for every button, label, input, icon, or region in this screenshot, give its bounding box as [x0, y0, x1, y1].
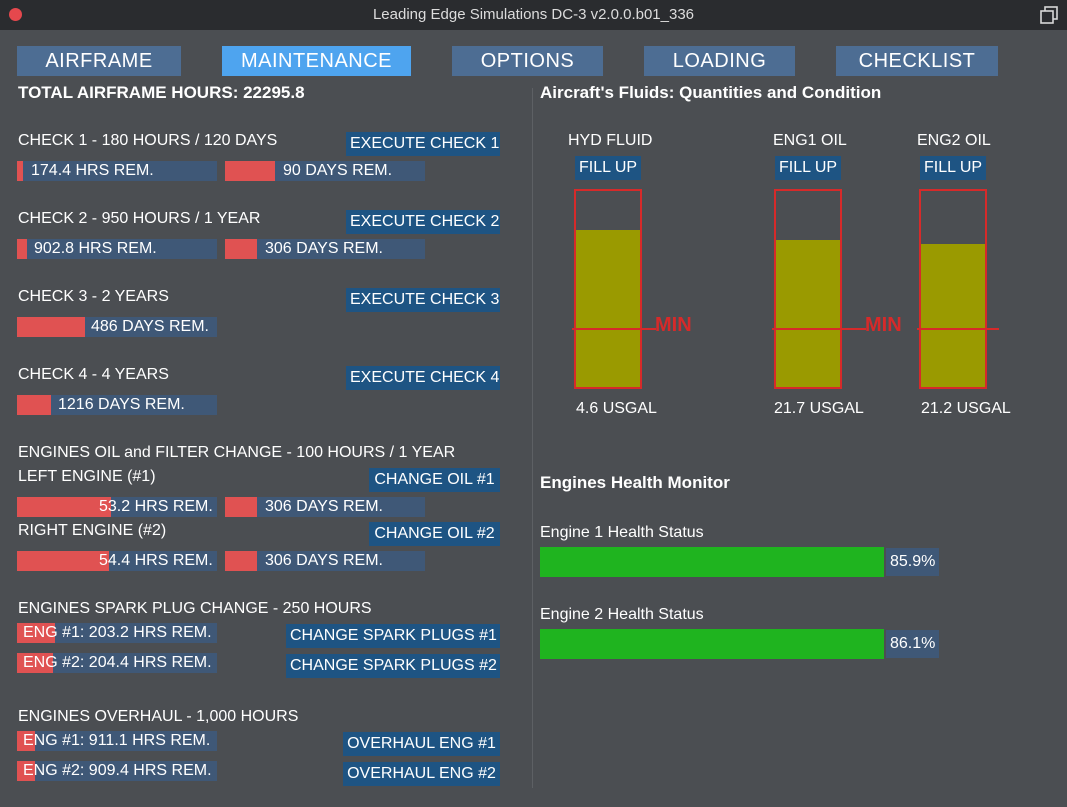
oil1-days-bar: 306 DAYS REM.: [225, 497, 425, 517]
fill-up-eng2-oil-button[interactable]: FILL UP: [920, 156, 986, 180]
spark2-text: ENG #2: 204.4 HRS REM.: [23, 654, 212, 671]
oil1-hours-bar: 53.2 HRS REM.: [17, 497, 217, 517]
oil-change-title: ENGINES OIL and FILTER CHANGE - 100 HOUR…: [18, 444, 456, 461]
fill-up-hyd-button[interactable]: FILL UP: [575, 156, 641, 180]
engine2-health-fill: [540, 629, 885, 659]
check4-days-fill: [17, 395, 51, 415]
right-engine-label: RIGHT ENGINE (#2): [18, 522, 167, 539]
oil1-hours-text: 53.2 HRS REM.: [99, 498, 213, 515]
oil1-hours-fill: [17, 497, 111, 517]
oil1-days-fill: [225, 497, 257, 517]
fluids-title: Aircraft's Fluids: Quantities and Condit…: [540, 83, 882, 102]
check3-days-text: 486 DAYS REM.: [91, 318, 209, 335]
tab-loading[interactable]: LOADING: [644, 46, 795, 76]
change-oil-2-button[interactable]: CHANGE OIL #2: [369, 522, 500, 546]
oil2-hours-text: 54.4 HRS REM.: [99, 552, 213, 569]
change-spark-plugs-2-button[interactable]: CHANGE SPARK PLUGS #2: [286, 654, 500, 678]
tab-checklist[interactable]: CHECKLIST: [836, 46, 998, 76]
fill-up-eng1-oil-button[interactable]: FILL UP: [775, 156, 841, 180]
check2-hours-text: 902.8 HRS REM.: [34, 240, 157, 257]
eng1-min-label: MIN: [865, 314, 902, 336]
hyd-fluid-level: [576, 230, 640, 387]
check1-days-fill: [225, 161, 275, 181]
engine1-health-value: 85.9%: [886, 548, 940, 576]
check1-hours-fill: [17, 161, 23, 181]
engine1-health-fill: [540, 547, 884, 577]
overhaul1-bar: ENG #1: 911.1 HRS REM.: [17, 731, 217, 751]
change-oil-1-button[interactable]: CHANGE OIL #1: [369, 468, 500, 492]
check1-hours-bar: 174.4 HRS REM.: [17, 161, 217, 181]
hyd-fluid-quantity: 4.6 USGAL: [576, 400, 657, 417]
eng1-oil-quantity: 21.7 USGAL: [774, 400, 864, 417]
oil1-days-text: 306 DAYS REM.: [265, 498, 383, 515]
engine2-health-value: 86.1%: [886, 630, 940, 658]
check3-days-bar: 486 DAYS REM.: [17, 317, 217, 337]
column-divider: [532, 88, 533, 788]
check3-days-fill: [17, 317, 85, 337]
engine1-health-label: Engine 1 Health Status: [540, 524, 704, 541]
eng1-oil-label: ENG1 OIL: [773, 132, 847, 149]
window-title: Leading Edge Simulations DC-3 v2.0.0.b01…: [372, 6, 695, 23]
engine1-health-bar: [540, 547, 940, 577]
overhaul2-bar: ENG #2: 909.4 HRS REM.: [17, 761, 217, 781]
spark1-bar: ENG #1: 203.2 HRS REM.: [17, 623, 217, 643]
engine2-health-label: Engine 2 Health Status: [540, 606, 704, 623]
spark-plug-title: ENGINES SPARK PLUG CHANGE - 250 HOURS: [18, 600, 372, 617]
hyd-min-label: MIN: [655, 314, 692, 336]
eng2-oil-label: ENG2 OIL: [917, 132, 991, 149]
check2-hours-fill: [17, 239, 27, 259]
eng2-oil-tank: [919, 189, 987, 389]
oil2-days-text: 306 DAYS REM.: [265, 552, 383, 569]
check1-title: CHECK 1 - 180 HOURS / 120 DAYS: [18, 132, 278, 149]
eng2-oil-quantity: 21.2 USGAL: [921, 400, 1011, 417]
overhaul-eng-1-button[interactable]: OVERHAUL ENG #1: [343, 732, 500, 756]
eng2-min-line: [917, 328, 999, 330]
left-engine-label: LEFT ENGINE (#1): [18, 468, 156, 485]
eng1-min-line: [772, 328, 866, 330]
check2-days-fill: [225, 239, 257, 259]
overhaul2-text: ENG #2: 909.4 HRS REM.: [23, 762, 212, 779]
total-airframe-hours: TOTAL AIRFRAME HOURS: 22295.8: [18, 83, 305, 102]
tab-options[interactable]: OPTIONS: [452, 46, 603, 76]
oil2-hours-bar: 54.4 HRS REM.: [17, 551, 217, 571]
tab-maintenance[interactable]: MAINTENANCE: [222, 46, 411, 76]
health-monitor-title: Engines Health Monitor: [540, 473, 730, 492]
execute-check-1-button[interactable]: EXECUTE CHECK 1: [346, 132, 500, 156]
popout-window-icon[interactable]: [1039, 5, 1059, 25]
check2-title: CHECK 2 - 950 HOURS / 1 YEAR: [18, 210, 261, 227]
hyd-fluid-tank: [574, 189, 642, 389]
change-spark-plugs-1-button[interactable]: CHANGE SPARK PLUGS #1: [286, 624, 500, 648]
overhaul-title: ENGINES OVERHAUL - 1,000 HOURS: [18, 708, 299, 725]
oil2-days-bar: 306 DAYS REM.: [225, 551, 425, 571]
check3-title: CHECK 3 - 2 YEARS: [18, 288, 169, 305]
overhaul1-text: ENG #1: 911.1 HRS REM.: [23, 732, 211, 749]
check2-hours-bar: 902.8 HRS REM.: [17, 239, 217, 259]
check4-title: CHECK 4 - 4 YEARS: [18, 366, 169, 383]
check4-days-text: 1216 DAYS REM.: [58, 396, 185, 413]
execute-check-2-button[interactable]: EXECUTE CHECK 2: [346, 210, 500, 234]
check4-days-bar: 1216 DAYS REM.: [17, 395, 217, 415]
hyd-fluid-label: HYD FLUID: [568, 132, 653, 149]
eng1-oil-tank: [774, 189, 842, 389]
eng1-oil-level: [776, 240, 840, 387]
engine2-health-bar: [540, 629, 940, 659]
check2-days-text: 306 DAYS REM.: [265, 240, 383, 257]
oil2-days-fill: [225, 551, 257, 571]
spark2-bar: ENG #2: 204.4 HRS REM.: [17, 653, 217, 673]
title-bar: Leading Edge Simulations DC-3 v2.0.0.b01…: [0, 0, 1067, 30]
hyd-min-line: [572, 328, 656, 330]
execute-check-4-button[interactable]: EXECUTE CHECK 4: [346, 366, 500, 390]
check1-days-text: 90 DAYS REM.: [283, 162, 393, 179]
eng2-oil-level: [921, 243, 985, 387]
tab-airframe[interactable]: AIRFRAME: [17, 46, 181, 76]
spark1-text: ENG #1: 203.2 HRS REM.: [23, 624, 212, 641]
check1-hours-text: 174.4 HRS REM.: [31, 162, 154, 179]
oil2-hours-fill: [17, 551, 109, 571]
check1-days-bar: 90 DAYS REM.: [225, 161, 425, 181]
check2-days-bar: 306 DAYS REM.: [225, 239, 425, 259]
execute-check-3-button[interactable]: EXECUTE CHECK 3: [346, 288, 500, 312]
overhaul-eng-2-button[interactable]: OVERHAUL ENG #2: [343, 762, 500, 786]
